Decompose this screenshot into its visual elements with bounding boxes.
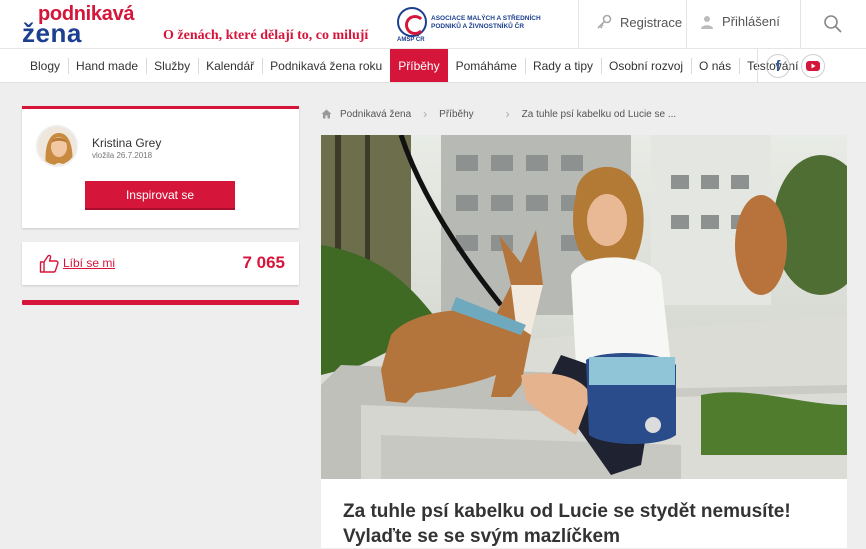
like-label[interactable]: Líbí se mi <box>63 256 115 270</box>
header-divider <box>578 0 579 48</box>
breadcrumb-item-current: Za tuhle psí kabelku od Lucie se ... <box>521 108 677 120</box>
search-icon <box>824 15 842 33</box>
nav-item-pribehy[interactable]: Příběhy <box>390 49 448 82</box>
header-divider <box>686 0 687 48</box>
partner-logo[interactable]: AMSP ČR ASOCIACE MALÝCH A STŘEDNÍCH PODN… <box>397 7 551 43</box>
partner-name: ASOCIACE MALÝCH A STŘEDNÍCH PODNIKŮ A ŽI… <box>431 15 541 31</box>
nav-item-kalendar[interactable]: Kalendář <box>198 49 262 82</box>
thumbs-up-icon[interactable] <box>39 254 59 273</box>
inspire-button[interactable]: Inspirovat se <box>85 181 235 210</box>
amsp-emblem-icon <box>397 7 427 37</box>
register-label: Registrace <box>620 14 683 30</box>
register-link[interactable]: Registrace <box>596 14 682 30</box>
facebook-icon: f <box>775 57 781 75</box>
login-label: Přihlášení <box>722 14 780 29</box>
nav-item-osobni-rozvoj[interactable]: Osobní rozvoj <box>601 49 691 82</box>
user-icon <box>701 15 713 29</box>
breadcrumb-item-home[interactable]: Podnikavá žena <box>340 109 411 120</box>
site-header: podnikavá žena O ženách, které dělají to… <box>0 0 866 48</box>
chevron-right-icon: › <box>505 107 510 121</box>
nav-item-blogy[interactable]: Blogy <box>22 49 68 82</box>
nav-item-hand-made[interactable]: Hand made <box>68 49 146 82</box>
breadcrumb-item-pribehy[interactable]: Příběhy <box>439 109 473 120</box>
home-icon[interactable] <box>321 109 332 119</box>
author-card: Kristina Grey vložila 26.7.2018 Inspirov… <box>22 106 299 228</box>
article-hero-image[interactable] <box>321 135 847 479</box>
like-count: 7 065 <box>242 253 285 272</box>
nav-item-podnikava-zena-roku[interactable]: Podnikavá žena roku <box>262 49 390 82</box>
site-logo[interactable]: podnikavá žena <box>22 4 135 46</box>
chevron-right-icon: › <box>423 107 428 121</box>
site-tagline: O ženách, které dělají to, co milují <box>163 28 369 43</box>
youtube-icon <box>806 61 820 71</box>
breadcrumb: Podnikavá žena › Příběhy › Za tuhle psí … <box>321 106 676 122</box>
login-link[interactable]: Přihlášení <box>700 14 780 29</box>
youtube-button[interactable] <box>801 54 825 78</box>
author-name[interactable]: Kristina Grey <box>92 136 161 150</box>
article-header: Za tuhle psí kabelku od Lucie se stydět … <box>321 479 847 548</box>
sidebar-divider <box>22 300 299 305</box>
search-button[interactable] <box>800 0 866 48</box>
main-nav: Blogy Hand made Služby Kalendář Podnikav… <box>0 48 866 83</box>
nav-item-rady-a-tipy[interactable]: Rady a tipy <box>524 49 601 82</box>
article-title: Za tuhle psí kabelku od Lucie se stydět … <box>343 501 791 547</box>
author-avatar[interactable] <box>36 125 78 167</box>
nav-item-pomahame[interactable]: Pomáháme <box>448 49 525 82</box>
partner-abbr: AMSP ČR <box>397 37 425 43</box>
facebook-button[interactable]: f <box>766 54 790 78</box>
like-card: Líbí se mi 7 065 <box>22 242 299 285</box>
author-date: vložila 26.7.2018 <box>92 151 153 160</box>
key-icon <box>597 14 612 29</box>
nav-item-sluzby[interactable]: Služby <box>146 49 198 82</box>
nav-item-o-nas[interactable]: O nás <box>691 49 739 82</box>
nav-divider <box>757 49 758 83</box>
